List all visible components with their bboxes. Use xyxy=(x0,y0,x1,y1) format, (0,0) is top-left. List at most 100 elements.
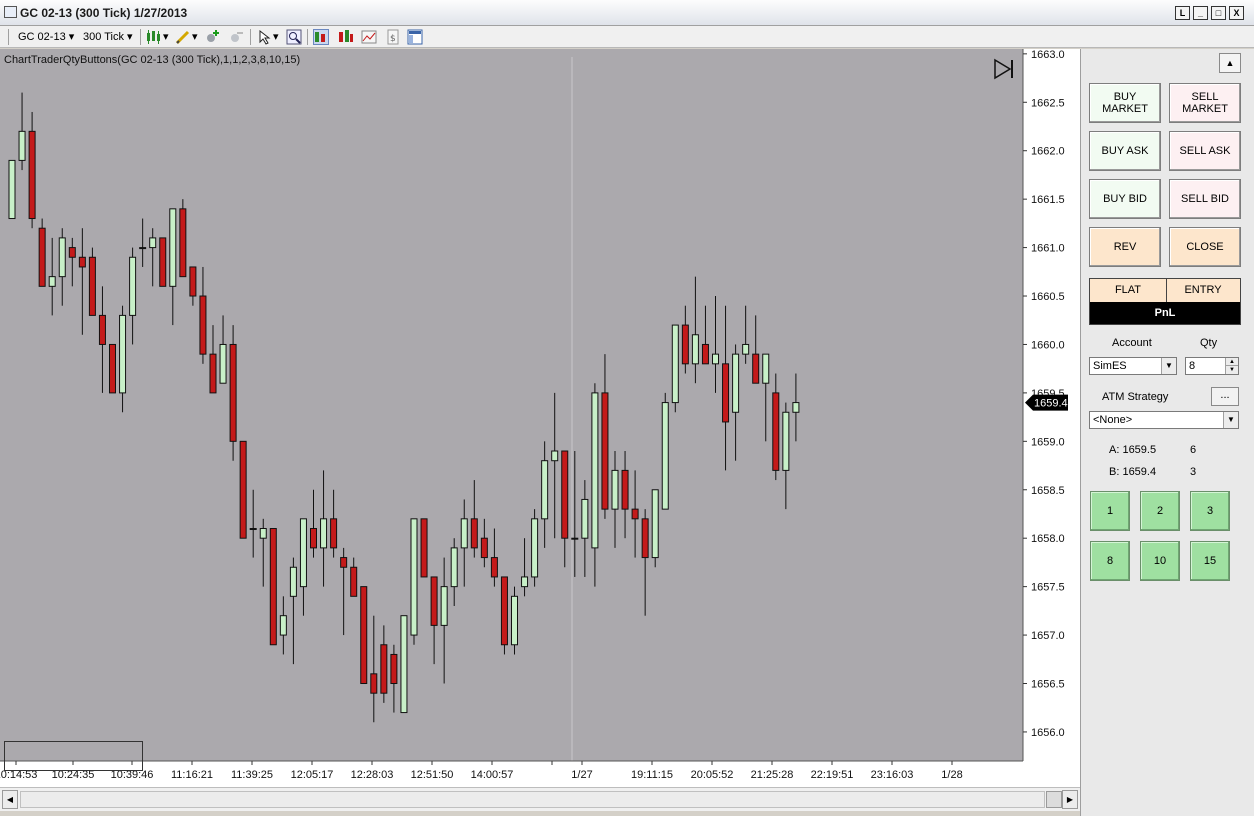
sell-market-button[interactable]: SELL MARKET xyxy=(1169,83,1241,123)
qty-button-1[interactable]: 1 xyxy=(1090,491,1130,531)
candle-body-down xyxy=(561,450,569,539)
qty-button-3[interactable]: 3 xyxy=(1190,491,1230,531)
candlestick-style-icon[interactable] xyxy=(146,29,162,45)
qty-button-8[interactable]: 8 xyxy=(1090,541,1130,581)
candle-body-up xyxy=(440,586,448,626)
qty-button-15[interactable]: 15 xyxy=(1190,541,1230,581)
candle-body-down xyxy=(430,576,438,626)
candle-body-down xyxy=(722,363,730,423)
sell-bid-button[interactable]: SELL BID xyxy=(1169,179,1241,219)
candle-body-down xyxy=(701,343,709,365)
x-tick-label: 20:05:52 xyxy=(691,769,734,781)
chevron-down-icon[interactable]: ▾ xyxy=(163,30,169,43)
buy-ask-button[interactable]: BUY ASK xyxy=(1089,131,1161,171)
candle-body-down xyxy=(490,557,498,578)
candle-body-up xyxy=(18,130,26,161)
atm-strategy-label: ATM Strategy xyxy=(1102,391,1169,403)
scroll-up-icon[interactable]: ▲ xyxy=(1219,53,1241,73)
properties-icon[interactable] xyxy=(361,29,377,45)
scroll-left-icon[interactable]: ◀ xyxy=(2,790,18,809)
window-title: GC 02-13 (300 Tick) 1/27/2013 xyxy=(20,6,188,20)
candle-body-down xyxy=(189,266,197,297)
ask-price: A: 1659.5 xyxy=(1109,444,1157,456)
minimize-button[interactable]: _ xyxy=(1193,6,1208,20)
candle-body-down xyxy=(631,508,639,520)
close-position-button[interactable]: CLOSE xyxy=(1169,227,1241,267)
chevron-down-icon[interactable]: ▼ xyxy=(1223,412,1238,428)
stepper-down-icon[interactable]: ▼ xyxy=(1225,366,1238,374)
candle-body-up xyxy=(460,518,468,549)
candle-body-down xyxy=(28,130,36,220)
candle-body-down xyxy=(480,537,488,559)
x-tick-label: 12:28:03 xyxy=(351,769,394,781)
chevron-down-icon[interactable]: ▼ xyxy=(1161,358,1176,374)
qty-button-10[interactable]: 10 xyxy=(1140,541,1180,581)
indicator-label: ChartTraderQtyButtons(GC 02-13 (300 Tick… xyxy=(4,54,301,66)
position-display: FLAT ENTRY PnL xyxy=(1089,278,1241,325)
entry-price: ENTRY xyxy=(1184,284,1222,296)
candle-body-up xyxy=(400,615,408,714)
chart-trader-icon[interactable] xyxy=(313,29,329,45)
link-button[interactable]: L xyxy=(1175,6,1190,20)
candle-body-down xyxy=(159,237,167,287)
scroll-track[interactable] xyxy=(20,791,1045,808)
reverse-button[interactable]: REV xyxy=(1089,227,1161,267)
chevron-down-icon: ▾ xyxy=(127,31,133,43)
remove-indicator-icon[interactable] xyxy=(228,29,244,45)
stepper-up-icon[interactable]: ▲ xyxy=(1225,358,1238,366)
layout-icon[interactable] xyxy=(407,29,423,45)
candle-body-up xyxy=(129,256,137,316)
scroll-thumb[interactable] xyxy=(1046,791,1062,808)
bar-type-icon[interactable] xyxy=(338,29,354,45)
candle-body-down xyxy=(239,440,247,539)
cursor-select-icon[interactable] xyxy=(257,29,273,45)
candle-body-down xyxy=(78,256,86,268)
buy-market-button[interactable]: BUY MARKET xyxy=(1089,83,1161,123)
zoom-icon[interactable] xyxy=(286,29,302,45)
candle-body-up xyxy=(48,276,56,287)
data-box-icon[interactable]: $ xyxy=(385,29,401,45)
sell-ask-button[interactable]: SELL ASK xyxy=(1169,131,1241,171)
maximize-button[interactable]: □ xyxy=(1211,6,1226,20)
qty-button-2[interactable]: 2 xyxy=(1140,491,1180,531)
candle-body-down xyxy=(310,528,317,549)
candle-body-up xyxy=(119,314,127,394)
bid-price: B: 1659.4 xyxy=(1109,466,1157,478)
y-tick-label: 1657.5 xyxy=(1031,582,1065,594)
candlestick xyxy=(239,440,247,539)
candlestick xyxy=(671,324,679,413)
skip-to-end-icon[interactable] xyxy=(992,57,1016,81)
buy-bid-button[interactable]: BUY BID xyxy=(1089,179,1161,219)
price-chart[interactable]: 1663.0 1662.5 1662.0 1661.5 1661.0 1660.5 1660… xyxy=(0,49,1080,787)
horizontal-scrollbar[interactable]: ◀ ▶ xyxy=(0,787,1080,811)
close-window-button[interactable]: X xyxy=(1229,6,1244,20)
chevron-down-icon[interactable]: ▾ xyxy=(192,30,198,43)
candlestick xyxy=(410,518,418,645)
y-tick-label: 1662.0 xyxy=(1031,146,1065,158)
candle-body-down xyxy=(621,469,629,510)
candle-body-up xyxy=(742,343,750,355)
qty-stepper[interactable]: 8 ▲ ▼ xyxy=(1185,357,1239,375)
scroll-right-icon[interactable]: ▶ xyxy=(1062,790,1078,809)
qty-label: Qty xyxy=(1200,337,1218,349)
chevron-down-icon[interactable]: ▾ xyxy=(273,30,279,43)
last-price-marker: 1659.4 xyxy=(1025,394,1068,411)
candle-body-down xyxy=(179,208,187,278)
instrument-selector[interactable]: GC 02-13 ▾ xyxy=(18,30,74,43)
chart-area[interactable]: 1663.0 1662.5 1662.0 1661.5 1661.0 1660.5 1660… xyxy=(0,49,1080,787)
candle-body-up xyxy=(320,518,328,549)
atm-strategy-select[interactable]: <None> ▼ xyxy=(1089,411,1239,429)
candle-body-up xyxy=(58,237,66,278)
candlestick xyxy=(269,528,277,646)
add-indicator-icon[interactable] xyxy=(204,29,220,45)
account-select[interactable]: SimES ▼ xyxy=(1089,357,1177,375)
interval-selector[interactable]: 300 Tick ▾ xyxy=(83,30,133,43)
pencil-draw-icon[interactable] xyxy=(175,29,191,45)
atm-strategy-button[interactable]: ... xyxy=(1211,387,1239,406)
toolbar-separator xyxy=(8,29,9,45)
candle-body-down xyxy=(380,644,388,694)
candle-body-down xyxy=(340,557,348,568)
candlestick xyxy=(179,199,187,278)
x-tick-label: 19:11:15 xyxy=(631,769,673,781)
chart-trader-panel: ▲ BUY MARKET SELL MARKET BUY ASK SELL AS… xyxy=(1080,49,1254,816)
